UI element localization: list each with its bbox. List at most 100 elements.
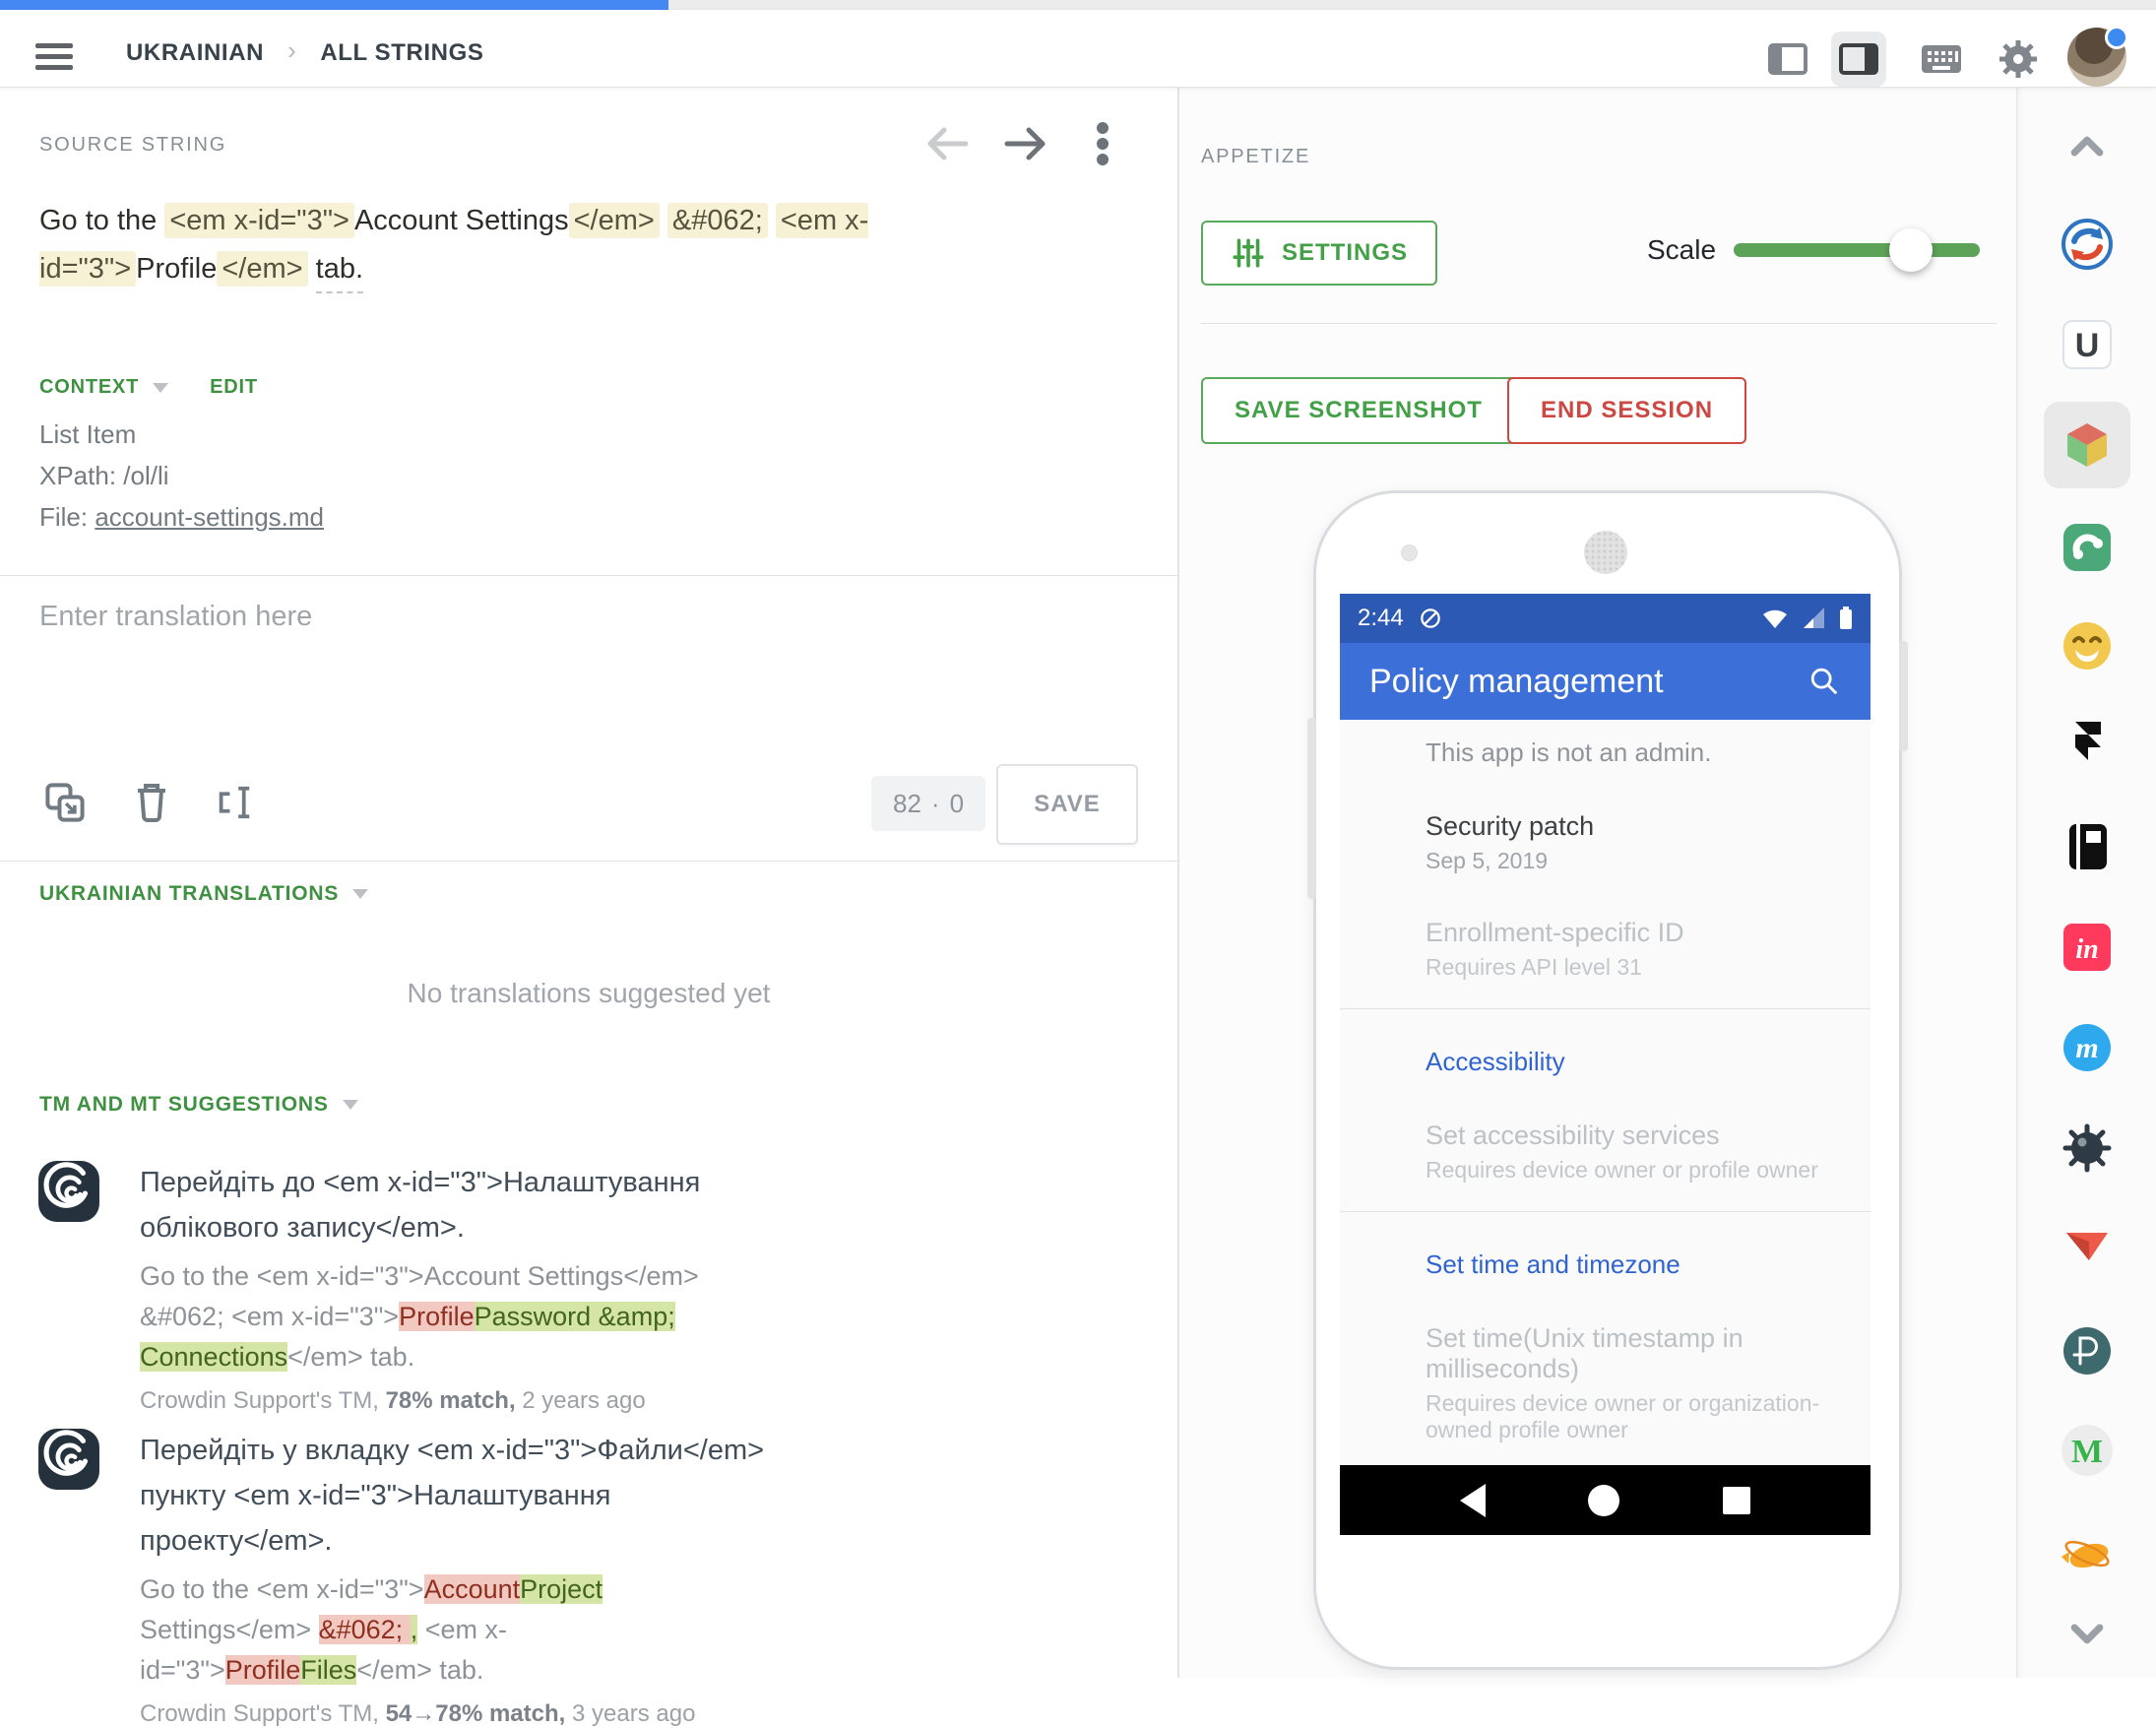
chevron-right-icon: › <box>287 35 296 66</box>
status-time: 2:44 <box>1358 605 1404 632</box>
phone-list-item[interactable]: Security patch Sep 5, 2019 <box>1426 811 1831 874</box>
tm-suggestion-row[interactable]: Перейдіть до <em x-id="3">Налаштування о… <box>37 1160 1140 1415</box>
translations-collapse-icon[interactable] <box>352 889 368 899</box>
clear-translation-trash-icon[interactable] <box>130 781 173 824</box>
framer-icon[interactable] <box>2044 702 2130 789</box>
save-button[interactable]: SAVE <box>996 764 1138 845</box>
text-segment-dashed: tab. <box>316 253 363 293</box>
avatar[interactable] <box>2067 28 2126 87</box>
phone-screen[interactable]: 2:44 Policy management This app is not a… <box>1340 594 1871 1535</box>
phone-list-item[interactable]: Set accessibility services Requires devic… <box>1426 1120 1831 1184</box>
context-file-link[interactable]: account-settings.md <box>95 502 324 532</box>
phone-item-title: Enrollment-specific ID <box>1426 918 1831 948</box>
crowdin-tm-icon <box>37 1428 100 1491</box>
text-segment-norm: Go to the <em x-id="3"> <box>140 1574 424 1604</box>
invision-icon[interactable]: in <box>2044 904 2130 991</box>
phone-item-subtitle: Requires device owner or profile owner <box>1426 1157 1831 1184</box>
text-segment-norm: Go to the <box>39 205 164 236</box>
android-nav-bar <box>1340 1465 1871 1535</box>
suggestion-target-text: Перейдіть до <em x-id="3">Налаштування о… <box>140 1160 790 1250</box>
text-segment-tag: </em> <box>569 203 660 238</box>
context-edit-button[interactable]: EDIT <box>210 376 258 399</box>
svg-text:in: in <box>2075 934 2098 965</box>
next-string-icon[interactable] <box>998 116 1053 171</box>
svg-text:m: m <box>2075 1032 2098 1064</box>
text-segment-tag: <em x-id="3"> <box>164 203 354 238</box>
device-mockup: 2:44 Policy management This app is not a… <box>1313 490 1902 1670</box>
text-segment-del: Profile <box>399 1302 475 1331</box>
phone-item-title: Set accessibility services <box>1426 1120 1831 1151</box>
emoji-app-icon[interactable] <box>2044 603 2130 689</box>
text-segment-tag: </em> <box>217 251 307 287</box>
u-dictionary-icon[interactable]: U <box>2044 301 2130 388</box>
context-file-line: File: account-settings.md <box>39 496 324 538</box>
marvel-icon[interactable]: m <box>2044 1004 2130 1091</box>
phone-item-subtitle: Requires API level 31 <box>1426 954 1831 981</box>
phone-app-bar: Policy management <box>1340 643 1871 720</box>
notebook-app-icon[interactable] <box>2044 803 2130 890</box>
phone-item-title: Security patch <box>1426 811 1831 842</box>
zeplin-icon[interactable] <box>2044 1510 2130 1597</box>
cell-signal-icon <box>1802 608 1825 629</box>
editor-panel: SOURCE STRING Go to the <em x-id="3">Acc… <box>0 87 1178 1678</box>
phone-list-item[interactable]: Set time(Unix timestamp in milliseconds)… <box>1426 1323 1831 1443</box>
suggestions-collapse-icon[interactable] <box>343 1100 358 1110</box>
phone-app-title: Policy management <box>1369 663 1807 701</box>
text-segment-tag: &#062; <box>667 203 768 238</box>
phone-section-header: Set time and timezone <box>1426 1249 1831 1280</box>
sync-translate-icon[interactable] <box>2044 201 2130 288</box>
suggestion-source-diff: Go to the <em x-id="3">Account Settings<… <box>140 1256 770 1377</box>
android-home-button[interactable] <box>1588 1485 1619 1516</box>
appetize-cube-icon[interactable] <box>2044 402 2130 488</box>
scale-slider-knob[interactable] <box>1889 228 1933 272</box>
left-panel-layout-icon[interactable] <box>1760 32 1815 87</box>
scale-slider[interactable] <box>1734 243 1980 257</box>
text-segment-norm <box>308 253 316 285</box>
android-recents-button[interactable] <box>1723 1487 1750 1514</box>
save-screenshot-button[interactable]: SAVE SCREENSHOT <box>1201 377 1516 444</box>
context-label[interactable]: CONTEXT <box>39 376 139 399</box>
collapse-down-icon[interactable] <box>2044 1591 2130 1678</box>
select-text-icon[interactable] <box>215 781 258 824</box>
copy-source-icon[interactable] <box>43 781 87 824</box>
translation-input[interactable]: Enter translation here <box>39 601 312 633</box>
text-segment-del: Account <box>424 1574 521 1604</box>
collapse-up-icon[interactable] <box>2044 102 2130 189</box>
context-collapse-icon[interactable] <box>153 383 168 393</box>
online-status-dot <box>2105 26 2128 49</box>
phone-item-subtitle: Sep 5, 2019 <box>1426 848 1831 874</box>
android-q-icon <box>1418 606 1443 631</box>
suggestions-section-label[interactable]: TM AND MT SUGGESTIONS <box>39 1093 329 1117</box>
gear-icon[interactable] <box>1991 32 2046 87</box>
translations-section-label[interactable]: UKRAINIAN TRANSLATIONS <box>39 882 339 906</box>
overflow-icon[interactable] <box>2044 1205 2130 1292</box>
phone-list-divider <box>1340 1008 1871 1009</box>
proto-io-icon[interactable] <box>2044 1308 2130 1394</box>
breadcrumb-section[interactable]: ALL STRINGS <box>320 39 483 67</box>
text-segment-add: Project <box>520 1574 602 1604</box>
end-session-button[interactable]: END SESSION <box>1507 377 1746 444</box>
phone-item-title: Set time(Unix timestamp in milliseconds) <box>1426 1323 1831 1384</box>
keyboard-shortcuts-icon[interactable] <box>1914 32 1969 87</box>
android-back-button[interactable] <box>1460 1484 1486 1517</box>
search-icon[interactable] <box>1807 665 1841 698</box>
phone-section-header: Accessibility <box>1426 1047 1831 1077</box>
appetize-settings-button[interactable]: SETTINGS <box>1201 221 1437 286</box>
breadcrumb-project[interactable]: UKRAINIAN <box>126 39 264 67</box>
more-options-icon[interactable] <box>1075 116 1130 171</box>
right-panel-layout-icon[interactable] <box>1831 32 1886 87</box>
phone-camera-dot <box>1401 544 1418 561</box>
medium-icon[interactable]: M <box>2044 1407 2130 1494</box>
no-translations-message: No translations suggested yet <box>0 978 1177 1009</box>
menu-icon[interactable] <box>35 43 73 73</box>
tm-suggestion-row[interactable]: Перейдіть у вкладку <em x-id="3">Файли</… <box>37 1428 1140 1728</box>
minesweeper-icon[interactable] <box>2044 1105 2130 1191</box>
text-segment-norm <box>660 205 667 236</box>
text-segment-norm: Settings</em> <box>140 1615 319 1644</box>
previous-string-icon[interactable] <box>919 116 975 171</box>
phone-list-item[interactable]: Enrollment-specific ID Requires API level… <box>1426 918 1831 981</box>
green-sync-app-icon[interactable] <box>2044 504 2130 591</box>
context-info: List Item XPath: /ol/li File: account-se… <box>39 414 324 538</box>
phone-item-subtitle: Requires device owner or organization-ow… <box>1426 1390 1831 1443</box>
phone-note-text: This app is not an admin. <box>1426 737 1831 768</box>
